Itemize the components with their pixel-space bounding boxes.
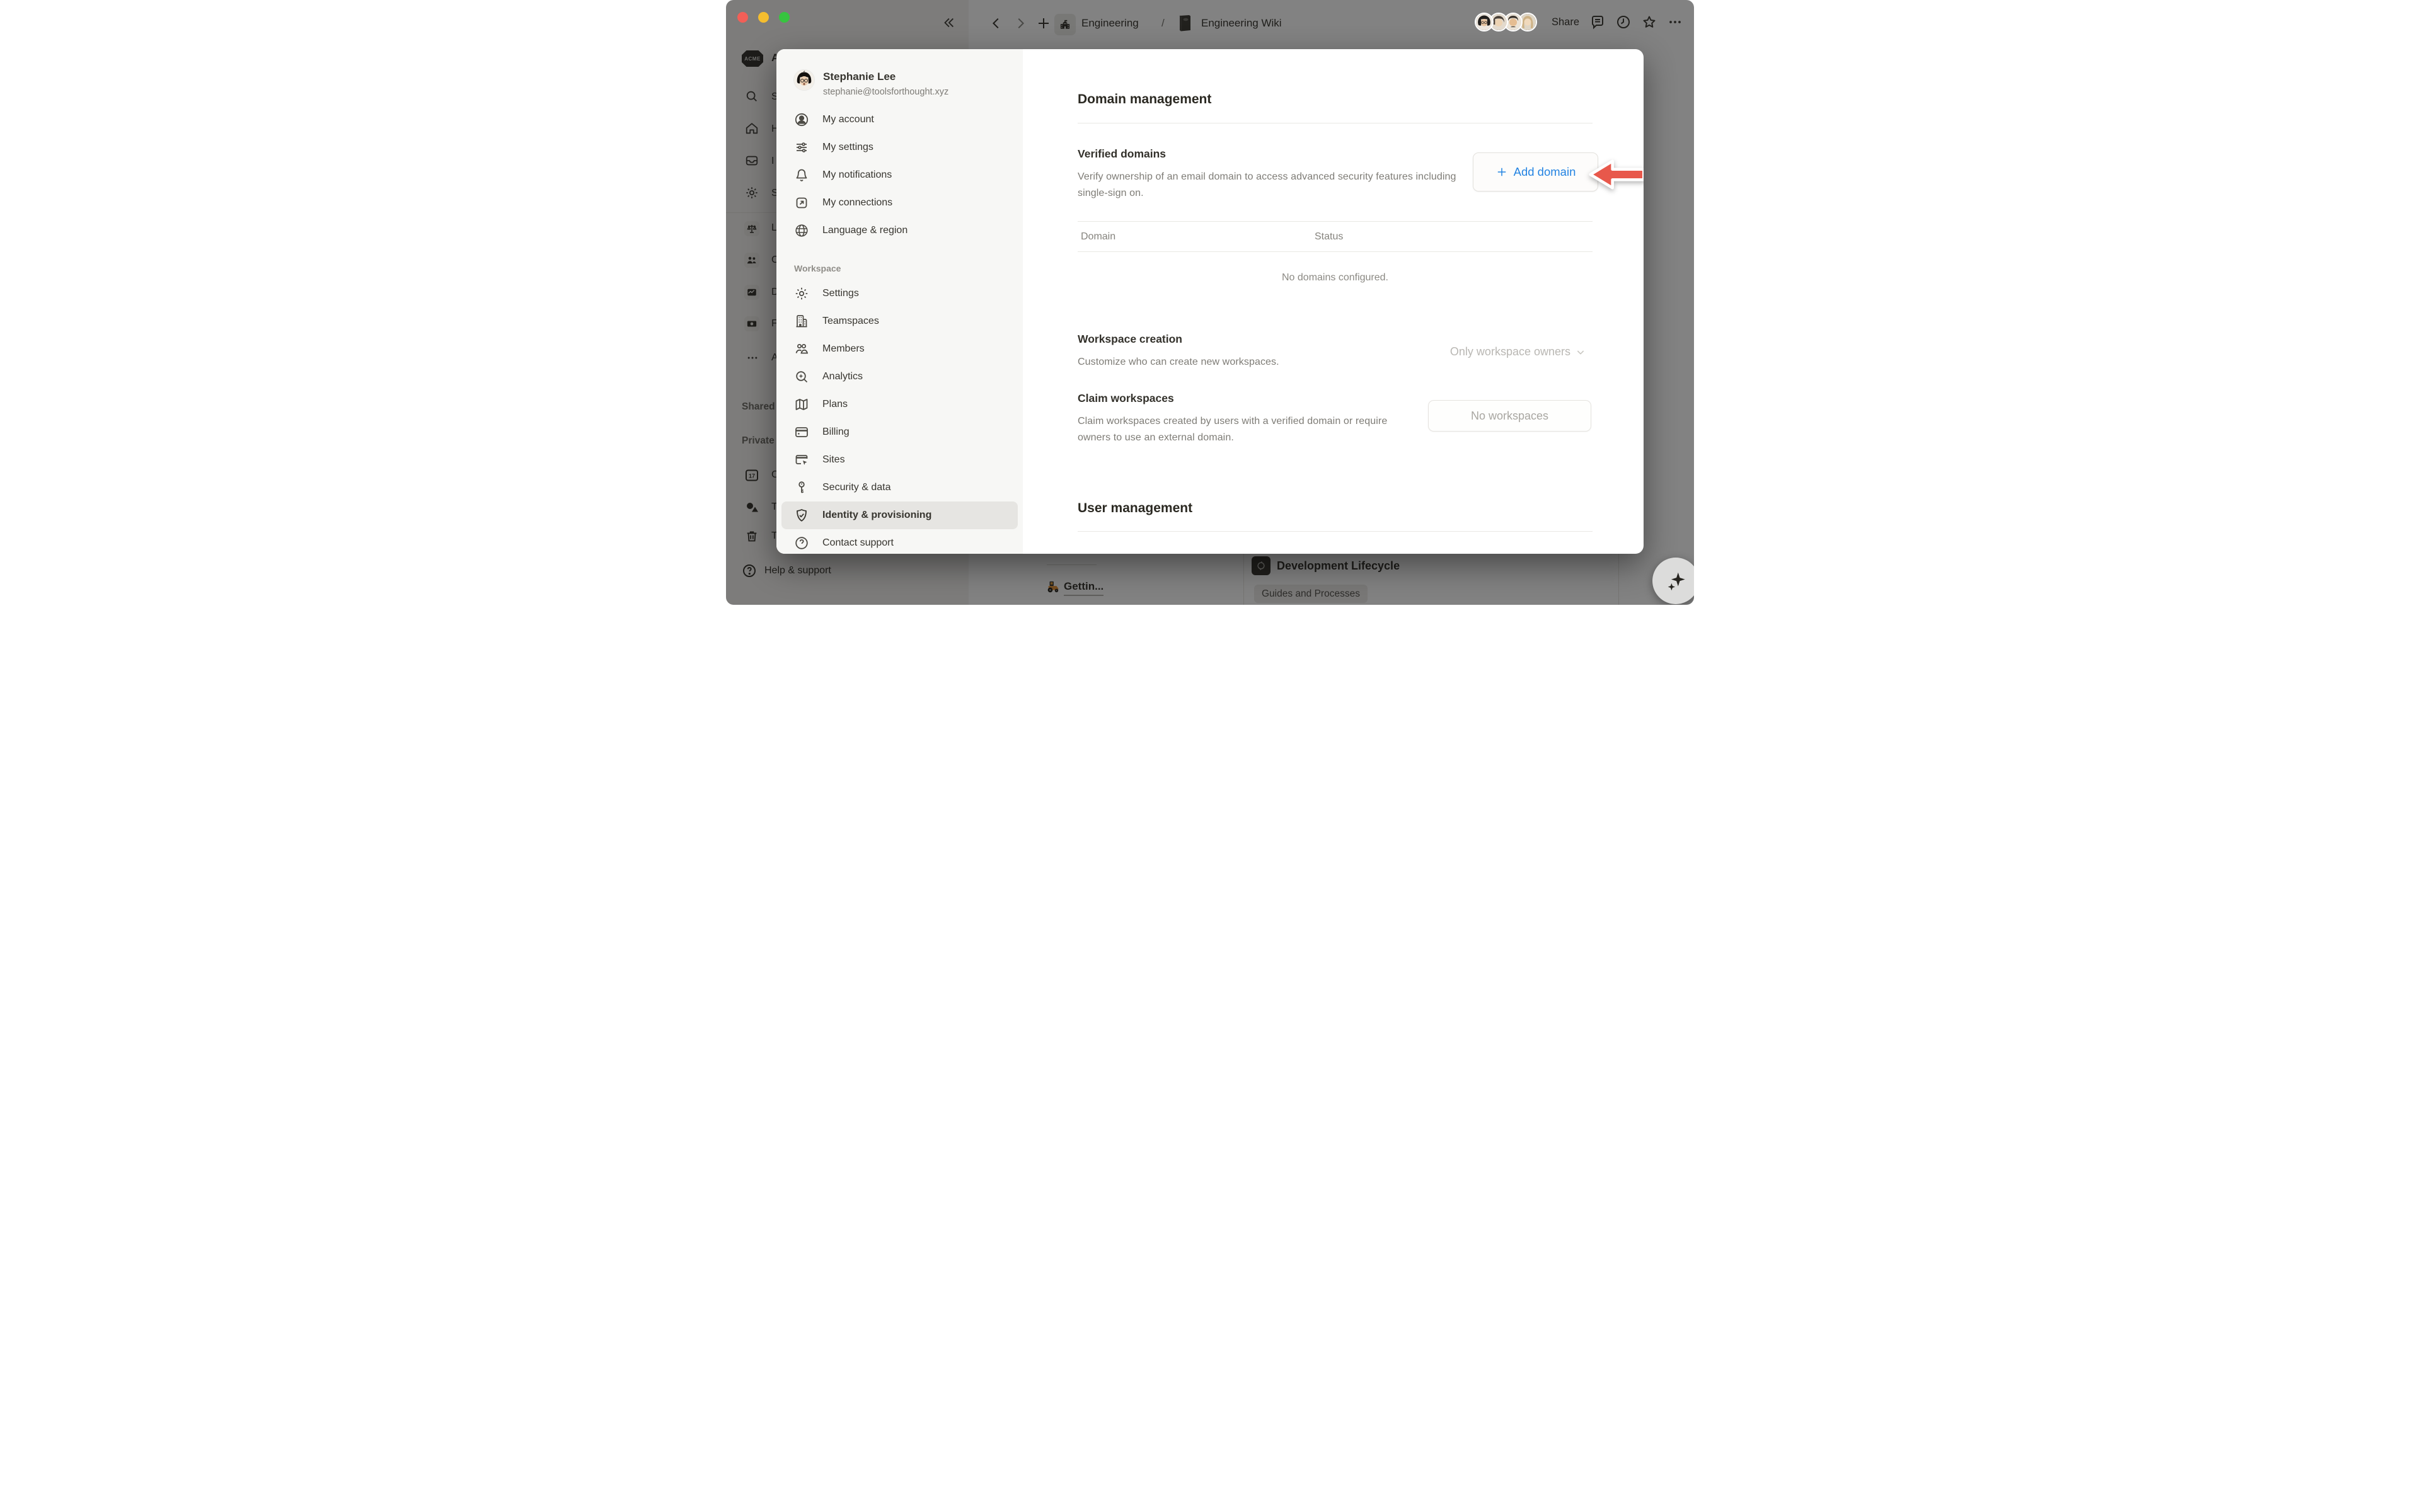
ai-assistant-button[interactable] xyxy=(1652,558,1694,604)
user-management-heading: User management xyxy=(1078,501,1593,516)
credit-card-icon xyxy=(794,425,809,440)
sidebar-item-label: Settings xyxy=(822,288,859,299)
verified-domains-description: Verify ownership of an email domain to a… xyxy=(1078,169,1481,202)
sidebar-item-label: Billing xyxy=(822,427,850,438)
workspace-section-label: Workspace xyxy=(776,244,1023,280)
domains-table: Domain Status No domains configured. xyxy=(1078,221,1593,303)
close-button[interactable] xyxy=(737,12,748,23)
sites-icon xyxy=(794,452,809,467)
sidebar-item-label: Teamspaces xyxy=(822,316,879,327)
sidebar-item-label: Analytics xyxy=(822,371,863,382)
sidebar-item-members[interactable]: Members xyxy=(781,335,1018,363)
sidebar-item-label: Language & region xyxy=(822,225,908,236)
settings-sidebar: Stephanie Lee stephanie@toolsforthought.… xyxy=(776,49,1023,554)
sidebar-item-label: My settings xyxy=(822,142,873,153)
sidebar-item-sites[interactable]: Sites xyxy=(781,446,1018,474)
user-email: stephanie@toolsforthought.xyz xyxy=(823,87,948,97)
chevron-down-icon xyxy=(1576,347,1586,357)
sidebar-item-billing[interactable]: Billing xyxy=(781,418,1018,446)
sliders-icon xyxy=(794,140,809,155)
domains-empty-state: No domains configured. xyxy=(1078,252,1593,303)
map-icon xyxy=(794,397,809,412)
globe-icon xyxy=(794,223,809,238)
workspace-creation-heading: Workspace creation xyxy=(1078,333,1593,346)
sidebar-item-my-account[interactable]: My account xyxy=(781,106,1018,134)
sidebar-item-label: My notifications xyxy=(822,169,892,181)
sidebar-item-my-notifications[interactable]: My notifications xyxy=(781,161,1018,189)
verified-domains-section: Verified domains Verify ownership of an … xyxy=(1078,147,1593,202)
key-icon xyxy=(794,480,809,495)
claim-workspaces-description: Claim workspaces created by users with a… xyxy=(1078,413,1393,446)
no-workspaces-button[interactable]: No workspaces xyxy=(1428,400,1591,432)
bell-icon xyxy=(794,168,809,183)
minimize-button[interactable] xyxy=(758,12,769,23)
collaborator-avatars[interactable] xyxy=(1475,13,1537,32)
avatar xyxy=(1475,13,1494,32)
column-domain: Domain xyxy=(1081,231,1115,243)
user-block: Stephanie Lee stephanie@toolsforthought.… xyxy=(776,70,1023,106)
shield-check-icon xyxy=(794,508,809,523)
selected-option: Only workspace owners xyxy=(1450,345,1570,358)
claim-workspaces-section: Claim workspaces Claim workspaces create… xyxy=(1078,392,1593,446)
settings-modal: Stephanie Lee stephanie@toolsforthought.… xyxy=(776,49,1644,554)
user-avatar xyxy=(794,70,814,90)
members-icon xyxy=(794,341,809,357)
sidebar-item-my-connections[interactable]: My connections xyxy=(781,189,1018,217)
sidebar-item-label: My connections xyxy=(822,197,892,209)
domains-table-header: Domain Status xyxy=(1078,222,1593,252)
arrow-up-right-icon xyxy=(794,195,809,210)
sidebar-item-label: Contact support xyxy=(822,537,894,549)
window-controls xyxy=(737,12,790,23)
sidebar-item-label: Security & data xyxy=(822,482,891,493)
sidebar-item-security-data[interactable]: Security & data xyxy=(781,474,1018,501)
settings-content: Domain management Verified domains Verif… xyxy=(1023,49,1644,554)
workspace-creation-select[interactable]: Only workspace owners xyxy=(1450,345,1586,358)
building-icon xyxy=(794,314,809,329)
divider xyxy=(1078,531,1593,532)
sidebar-item-teamspaces[interactable]: Teamspaces xyxy=(781,307,1018,335)
add-domain-label: Add domain xyxy=(1514,165,1576,179)
sidebar-item-label: My account xyxy=(822,114,874,125)
sparkle-icon xyxy=(1664,569,1688,593)
analytics-icon xyxy=(794,369,809,384)
column-status: Status xyxy=(1315,231,1343,243)
sidebar-item-label: Plans xyxy=(822,399,848,410)
sidebar-item-label: Sites xyxy=(822,454,845,466)
sidebar-item-analytics[interactable]: Analytics xyxy=(781,363,1018,391)
user-management-clipped-text: These settings apply to all users with a… xyxy=(1078,551,1593,554)
sidebar-item-identity-provisioning[interactable]: Identity & provisioning xyxy=(781,501,1018,529)
sidebar-item-plans[interactable]: Plans xyxy=(781,391,1018,418)
sidebar-item-my-settings[interactable]: My settings xyxy=(781,134,1018,161)
sidebar-item-label: Members xyxy=(822,343,865,355)
gear-icon xyxy=(794,286,809,301)
workspace-creation-section: Workspace creation Customize who can cre… xyxy=(1078,333,1593,370)
plus-icon xyxy=(1495,166,1508,178)
sidebar-item-label: Identity & provisioning xyxy=(822,510,931,521)
app-window: ACME A S H I S L C D xyxy=(726,0,1694,605)
question-circle-icon xyxy=(794,536,809,551)
add-domain-button[interactable]: Add domain xyxy=(1473,152,1598,192)
sidebar-item-settings[interactable]: Settings xyxy=(781,280,1018,307)
user-name: Stephanie Lee xyxy=(823,70,948,83)
annotation-arrow-icon xyxy=(1588,158,1644,195)
sidebar-item-contact-support[interactable]: Contact support xyxy=(781,529,1018,554)
sidebar-item-language-region[interactable]: Language & region xyxy=(781,217,1018,244)
zoom-button[interactable] xyxy=(779,12,790,23)
page-title: Domain management xyxy=(1078,92,1593,107)
person-circle-icon xyxy=(794,112,809,127)
